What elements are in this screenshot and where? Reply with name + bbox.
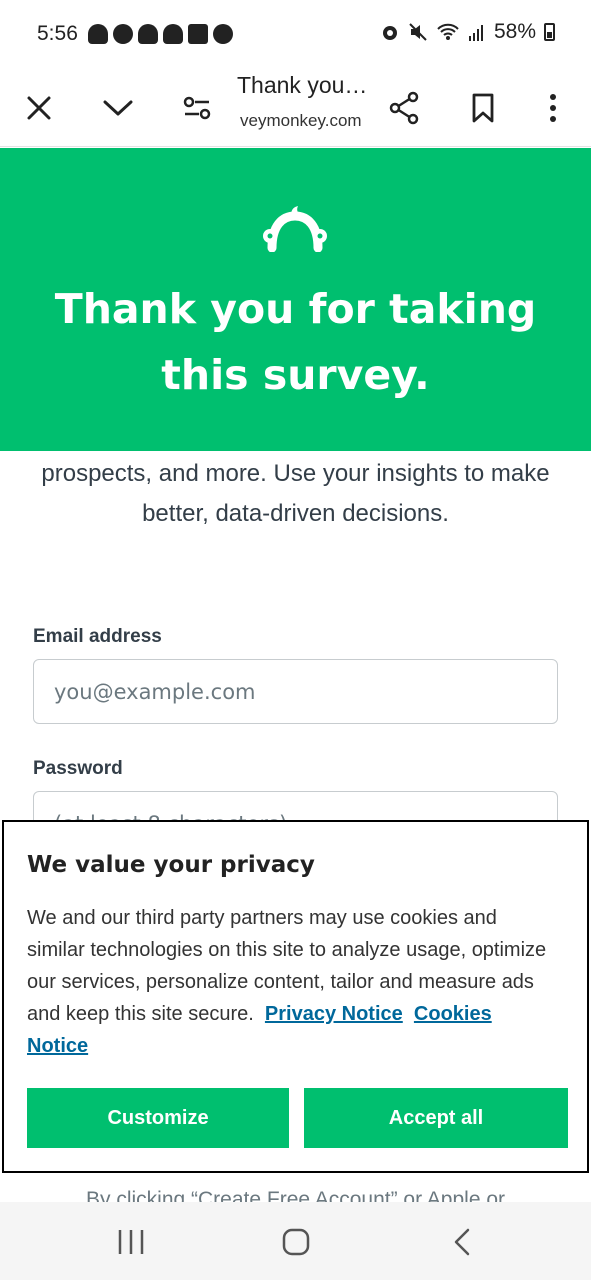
image-icon (188, 24, 208, 44)
status-time: 5:56 (37, 22, 78, 45)
system-nav-bar (0, 1202, 591, 1280)
share-icon (389, 91, 419, 125)
chevron-down-icon (103, 100, 133, 116)
mute-icon (409, 23, 427, 41)
status-bar: 5:56 58% (0, 0, 591, 70)
privacy-notice-link[interactable]: Privacy Notice (265, 1003, 403, 1025)
battery-icon (544, 23, 555, 41)
thank-you-title: Thank you for taking this survey. (54, 285, 537, 399)
cookie-dialog-body: We and our third party partners may use … (27, 902, 557, 1062)
back-icon (454, 1228, 470, 1256)
snapchat-icon (138, 24, 158, 44)
tune-icon (183, 96, 211, 120)
terms-text: By clicking “Create Free Account” or App… (85, 1188, 505, 1202)
bookmark-icon (472, 93, 494, 123)
page-settings-button[interactable] (169, 80, 225, 136)
email-label: Email address (33, 626, 162, 647)
home-button[interactable] (266, 1224, 326, 1260)
cookie-dialog-title: We value your privacy (27, 852, 315, 878)
share-button[interactable] (376, 80, 432, 136)
notification-icons (88, 24, 233, 44)
email-field[interactable] (33, 659, 558, 724)
accept-all-button[interactable]: Accept all (304, 1088, 568, 1148)
basketball-icon (213, 24, 233, 44)
surveymonkey-logo (263, 206, 327, 252)
wifi-icon (437, 23, 459, 40)
more-options-button[interactable] (525, 80, 581, 136)
intro-text: prospects, and more. Use your insights t… (41, 460, 550, 527)
recents-icon (118, 1230, 144, 1254)
signal-icon (468, 25, 483, 41)
snapchat-icon (88, 24, 108, 44)
more-vert-icon (550, 94, 556, 122)
close-icon (27, 96, 51, 120)
cookie-consent-dialog: We value your privacy We and our third p… (2, 820, 589, 1173)
page-url: veymonkey.com (240, 111, 362, 130)
page-title: Thank you… (237, 72, 368, 98)
battery-percent: 58% (493, 20, 536, 43)
chat-icon (113, 24, 133, 44)
snapchat-icon (163, 24, 183, 44)
back-button[interactable] (432, 1224, 492, 1260)
password-label: Password (33, 758, 123, 779)
recents-button[interactable] (101, 1224, 161, 1260)
thank-you-banner: Thank you for taking this survey. (0, 148, 591, 451)
home-icon (282, 1228, 310, 1256)
bookmark-button[interactable] (455, 80, 511, 136)
system-status: 58% (380, 20, 555, 44)
alarm-icon (382, 26, 397, 40)
browser-toolbar: Thank you… veymonkey.com (0, 70, 591, 147)
close-button[interactable] (11, 80, 67, 136)
customize-button[interactable]: Customize (27, 1088, 289, 1148)
minimize-button[interactable] (90, 80, 146, 136)
page-title-area[interactable]: Thank you… veymonkey.com (236, 70, 371, 147)
